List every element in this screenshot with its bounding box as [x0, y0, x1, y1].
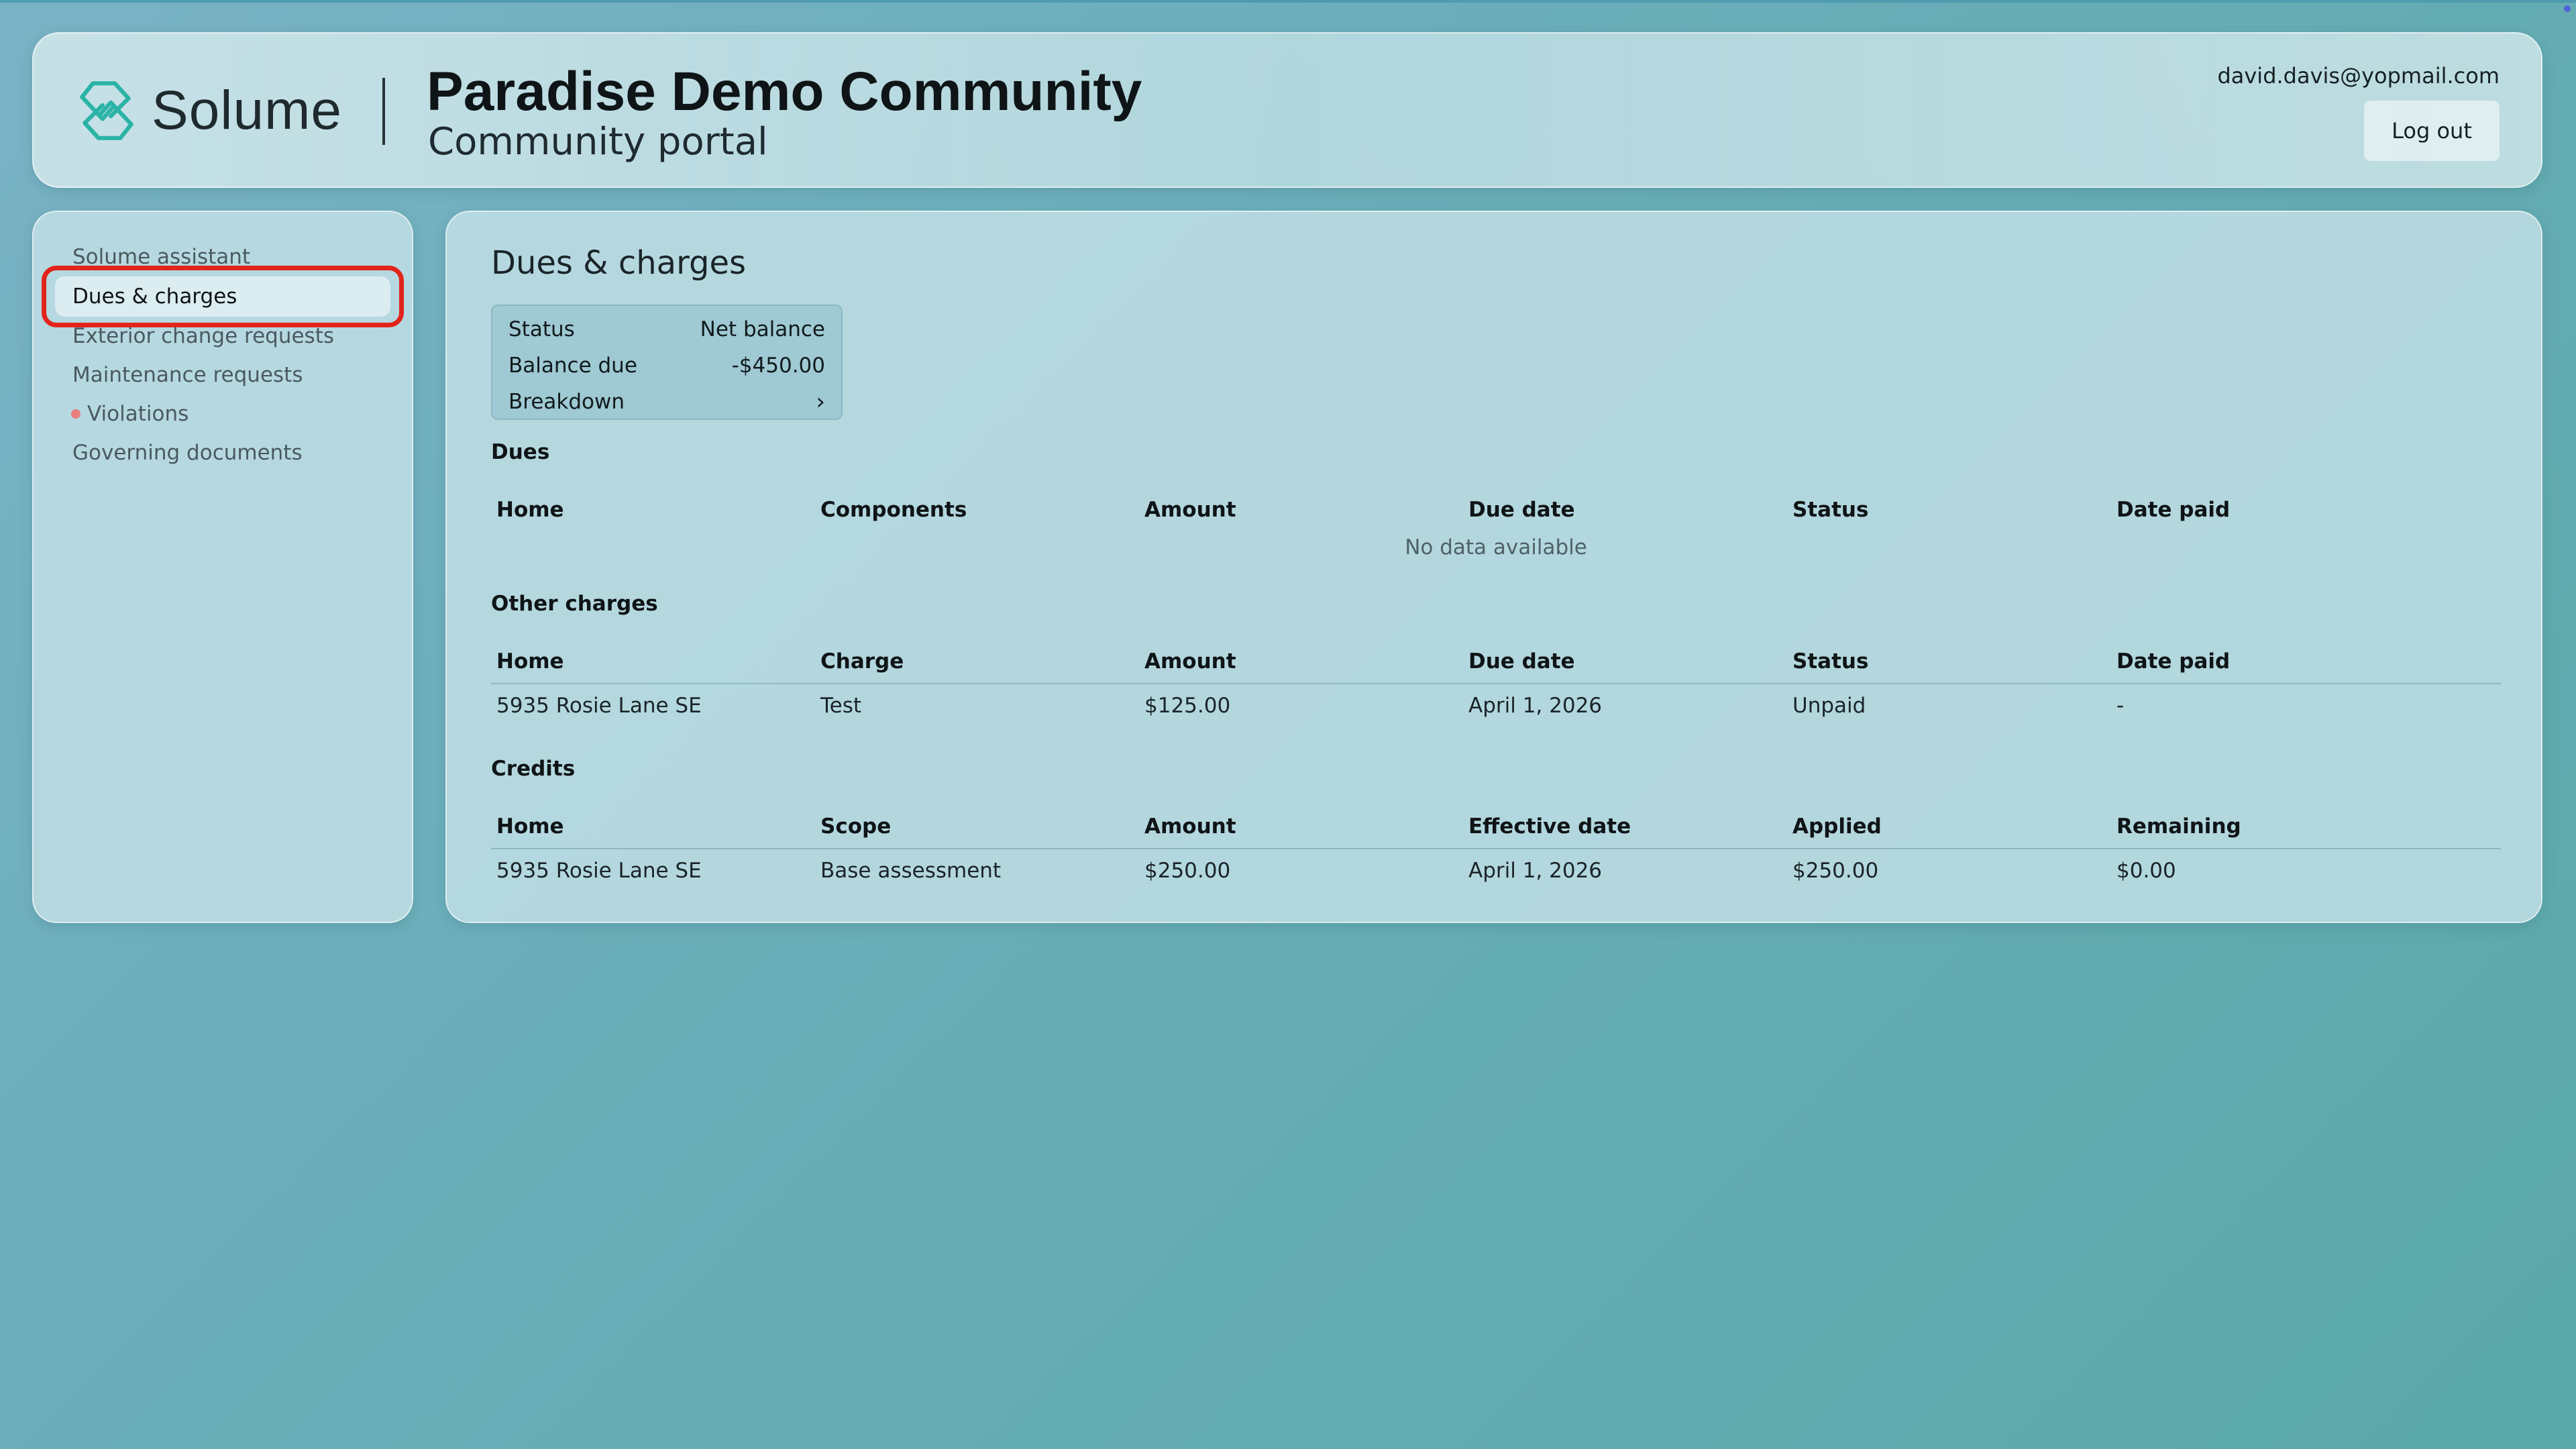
sidebar-item-solume-assistant[interactable]: Solume assistant	[55, 237, 390, 276]
page-title: Dues & charges	[491, 244, 746, 282]
table-cell: Test	[820, 694, 862, 718]
column-header[interactable]: Home	[491, 498, 815, 522]
sidebar-item-maintenance-requests[interactable]: Maintenance requests	[55, 356, 390, 394]
sidebar-item-governing-documents[interactable]: Governing documents	[55, 433, 390, 472]
empty-state-text: No data available	[1405, 535, 1587, 559]
summary-balance-row: Balance due -$450.00	[508, 347, 825, 384]
sidebar-item-label: Solume assistant	[72, 245, 251, 269]
brand-logo[interactable]: Solume	[72, 76, 342, 145]
column-header[interactable]: Date paid	[2111, 498, 2435, 522]
chevron-right-icon: ›	[816, 388, 825, 415]
user-email: david.davis@yopmail.com	[2217, 63, 2500, 89]
table-cell: Unpaid	[1792, 694, 1866, 718]
breakdown-label: Breakdown	[508, 390, 625, 414]
table-cell: 5935 Rosie Lane SE	[496, 694, 702, 718]
dues-table: Home Components Amount Due date Status D…	[491, 488, 2501, 531]
column-header[interactable]: Components	[815, 498, 1139, 522]
other-charges-section-title: Other charges	[491, 592, 658, 616]
balance-value: -$450.00	[731, 354, 825, 378]
community-name: Paradise Demo Community	[427, 61, 1142, 122]
status-value: Net balance	[700, 317, 825, 341]
balance-label: Balance due	[508, 354, 637, 378]
balance-summary: Status Net balance Balance due -$450.00 …	[491, 305, 843, 420]
table-cell: -	[2116, 694, 2125, 718]
brand-name: Solume	[152, 80, 343, 141]
dues-section-title: Dues	[491, 440, 550, 464]
summary-status-row: Status Net balance	[508, 311, 825, 347]
table-header-row: Home Components Amount Due date Status D…	[491, 488, 2501, 531]
window-top-strip	[0, 0, 2576, 3]
table-header-row: Home Charge Amount Due date Status Date …	[491, 640, 2501, 684]
logout-button[interactable]: Log out	[2364, 101, 2500, 161]
column-header[interactable]: Status	[1787, 498, 2111, 522]
column-header[interactable]: Effective date	[1463, 814, 1787, 839]
sidebar-item-label: Exterior change requests	[72, 324, 335, 348]
sidebar: Solume assistant Dues & charges Exterior…	[32, 211, 413, 923]
column-header[interactable]: Home	[491, 649, 815, 674]
sidebar-item-label: Governing documents	[72, 441, 303, 465]
column-header[interactable]: Due date	[1463, 649, 1787, 674]
column-header[interactable]: Charge	[815, 649, 1139, 674]
table-cell: Base assessment	[820, 859, 1002, 883]
sidebar-item-label: Dues & charges	[72, 284, 237, 309]
sidebar-item-dues-charges[interactable]: Dues & charges	[42, 266, 404, 327]
sidebar-item-violations[interactable]: Violations	[55, 394, 390, 433]
corner-indicator-dot	[2564, 5, 2571, 12]
status-label: Status	[508, 317, 575, 341]
column-header[interactable]: Amount	[1139, 498, 1463, 522]
table-cell: April 1, 2026	[1468, 694, 1603, 718]
table-cell: $250.00	[1144, 859, 1231, 883]
header-divider	[382, 78, 385, 145]
header-card: Solume Paradise Demo Community Community…	[32, 32, 2542, 188]
table-cell: $250.00	[1792, 859, 1879, 883]
column-header[interactable]: Scope	[815, 814, 1139, 839]
sidebar-item-label: Violations	[87, 402, 189, 426]
column-header[interactable]: Remaining	[2111, 814, 2435, 839]
table-row[interactable]: 5935 Rosie Lane SE Base assessment $250.…	[491, 849, 2501, 892]
breakdown-link[interactable]: Breakdown ›	[508, 384, 825, 420]
credits-table: Home Scope Amount Effective date Applied…	[491, 805, 2501, 892]
sidebar-item-label: Maintenance requests	[72, 363, 303, 387]
table-header-row: Home Scope Amount Effective date Applied…	[491, 805, 2501, 849]
column-header[interactable]: Date paid	[2111, 649, 2435, 674]
solume-logo-icon	[80, 81, 133, 140]
table-cell: April 1, 2026	[1468, 859, 1603, 883]
other-charges-table: Home Charge Amount Due date Status Date …	[491, 640, 2501, 727]
column-header[interactable]: Home	[491, 814, 815, 839]
table-cell: $125.00	[1144, 694, 1231, 718]
sidebar-item-exterior-change-requests[interactable]: Exterior change requests	[55, 317, 390, 356]
column-header[interactable]: Amount	[1139, 649, 1463, 674]
column-header[interactable]: Status	[1787, 649, 2111, 674]
main-content: Dues & charges Status Net balance Balanc…	[445, 211, 2542, 923]
portal-subtitle: Community portal	[428, 120, 768, 164]
column-header[interactable]: Due date	[1463, 498, 1787, 522]
credits-section-title: Credits	[491, 757, 576, 781]
table-cell: 5935 Rosie Lane SE	[496, 859, 702, 883]
table-row[interactable]: 5935 Rosie Lane SE Test $125.00 April 1,…	[491, 684, 2501, 727]
column-header[interactable]: Applied	[1787, 814, 2111, 839]
table-cell: $0.00	[2116, 859, 2176, 883]
notification-dot-icon	[71, 409, 80, 419]
column-header[interactable]: Amount	[1139, 814, 1463, 839]
